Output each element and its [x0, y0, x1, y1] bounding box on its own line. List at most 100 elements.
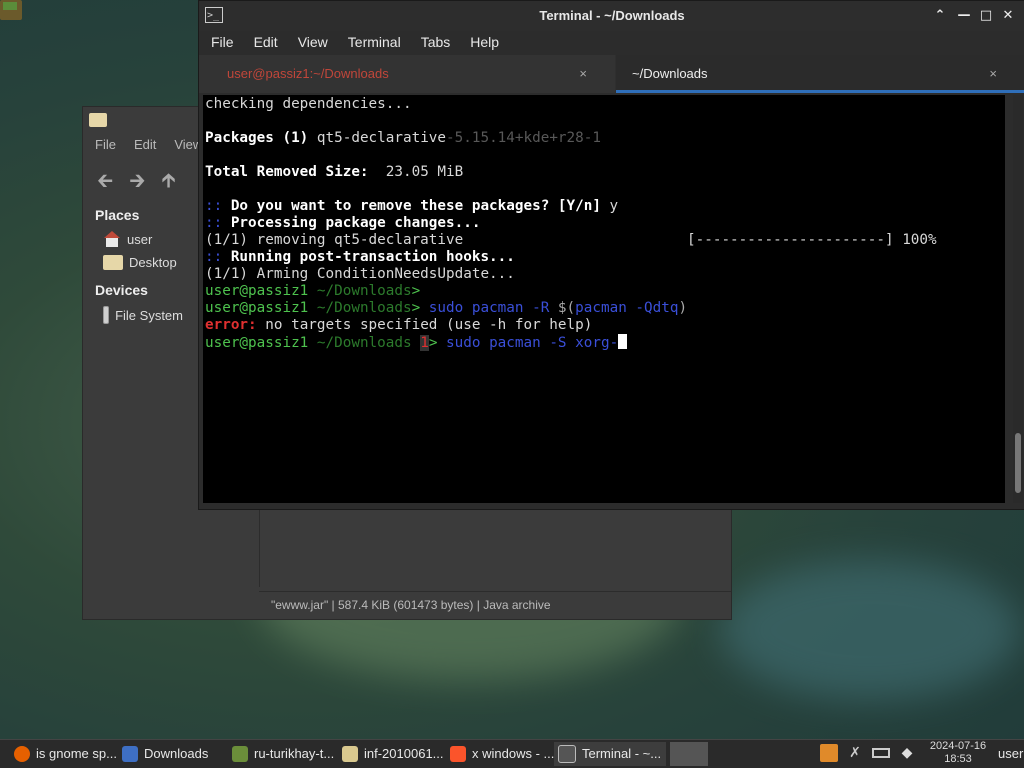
folder-icon	[342, 746, 358, 762]
clock-time: 18:53	[944, 753, 972, 765]
command-text: -Qdtq	[626, 300, 679, 316]
close-icon[interactable]: ×	[989, 55, 997, 93]
menu-file[interactable]: File	[211, 31, 234, 53]
brave-icon	[450, 746, 466, 762]
fm-menu-file[interactable]: File	[95, 137, 116, 157]
sidebar-item-label: user	[127, 231, 153, 247]
prompt-dir: ~/Downloads	[308, 283, 412, 299]
file-list-area[interactable]	[259, 507, 730, 587]
terminal-titlebar[interactable]: >_ Terminal - ~/Downloads ⌃ — □ ✕	[199, 1, 1024, 31]
drive-icon	[103, 306, 110, 324]
tab-label: ~/Downloads	[632, 66, 708, 81]
output-text: (1/1) Arming ConditionNeedsUpdate...	[205, 266, 515, 282]
file-manager-sidebar: Places user Desktop Devices File System	[83, 203, 203, 328]
taskbar: is gnome sp... Downloads ru-turikhay-t..…	[0, 739, 1024, 768]
output-text: 23.05 MiB	[368, 164, 464, 180]
terminal-window: >_ Terminal - ~/Downloads ⌃ — □ ✕ File E…	[198, 0, 1024, 510]
sidebar-item-filesystem[interactable]: File System	[83, 302, 203, 328]
taskbar-item-folder[interactable]: inf-2010061...	[338, 742, 448, 766]
prompt-dir: ~/Downloads	[308, 300, 412, 316]
menu-view[interactable]: View	[298, 31, 328, 53]
update-icon[interactable]	[820, 744, 838, 762]
command-text: pacman -R	[463, 300, 550, 316]
output-text: (1/1) removing qt5-declarative [--------…	[205, 232, 937, 248]
tab-downloads[interactable]: ~/Downloads ×	[616, 55, 1024, 93]
output-text: Processing package changes...	[222, 215, 481, 231]
error-label: error:	[205, 317, 257, 333]
output-text: y	[600, 198, 619, 214]
output-line: (1/1) Arming ConditionNeedsUpdate...	[205, 266, 515, 283]
taskbar-item-java[interactable]: ru-turikhay-t...	[228, 742, 338, 766]
terminal-icon	[558, 745, 576, 763]
back-arrow-icon[interactable]: 🡰	[97, 170, 113, 190]
devices-header: Devices	[95, 282, 148, 298]
output-line: Total Removed Size: 23.05 MiB	[205, 164, 463, 181]
forward-arrow-icon[interactable]: 🡲	[129, 170, 145, 190]
file-manager-menubar: File Edit View	[83, 137, 202, 157]
fm-menu-edit[interactable]: Edit	[134, 137, 156, 157]
prompt-marker: ::	[205, 198, 223, 214]
output-text: no targets specified (use -h for help)	[256, 317, 593, 333]
command-text: sudo	[437, 335, 481, 351]
home-icon	[103, 231, 121, 247]
sidebar-item-user[interactable]: user	[83, 227, 203, 251]
clock-date: 2024-07-16	[929, 740, 987, 752]
java-icon	[232, 746, 248, 762]
workspace-switcher[interactable]	[670, 742, 708, 766]
scrollbar[interactable]	[1013, 95, 1023, 503]
taskbar-item-downloads[interactable]: Downloads	[118, 742, 228, 766]
bell-icon[interactable]: ◆	[898, 744, 916, 762]
taskbar-item-label: x windows - ...	[472, 746, 555, 761]
prompt-line: user@passiz1 ~/Downloads>	[205, 283, 420, 300]
menu-tabs[interactable]: Tabs	[421, 31, 451, 53]
prompt-marker: ::	[205, 249, 223, 265]
output-line: error: no targets specified (use -h for …	[205, 317, 592, 334]
output-line: checking dependencies...	[205, 96, 412, 113]
menu-edit[interactable]: Edit	[254, 31, 278, 53]
scrollbar-thumb[interactable]	[1015, 433, 1021, 493]
minimize-icon[interactable]: —	[955, 7, 973, 25]
close-icon[interactable]: ×	[579, 55, 587, 93]
desktop-wallpaper-shade	[720, 560, 1020, 700]
taskbar-item-label: is gnome sp...	[36, 746, 117, 761]
terminal-menubar: File Edit View Terminal Tabs Help	[199, 31, 499, 53]
package-name: qt5-declarative	[316, 130, 447, 146]
clock[interactable]: 2024-07-16 18:53	[928, 740, 988, 766]
menu-terminal[interactable]: Terminal	[348, 31, 401, 53]
prompt-line: user@passiz1 ~/Downloads 1> sudo pacman …	[205, 334, 628, 352]
output-text: Packages (1)	[205, 130, 317, 146]
taskbar-item-firefox[interactable]: is gnome sp...	[10, 742, 118, 766]
chevron-up-icon[interactable]: ⌃	[931, 7, 949, 25]
maximize-icon[interactable]: □	[977, 7, 995, 25]
text-cursor	[618, 334, 628, 349]
folder-icon	[89, 113, 107, 127]
network-off-icon[interactable]: ✗	[846, 744, 864, 762]
sidebar-item-desktop[interactable]: Desktop	[83, 251, 203, 274]
taskbar-item-label: Terminal - ~...	[582, 746, 662, 761]
terminal-output[interactable]: checking dependencies... Packages (1) qt…	[203, 95, 1005, 503]
prompt-user: user@passiz1	[205, 335, 309, 351]
close-icon[interactable]: ✕	[999, 7, 1017, 25]
up-arrow-icon[interactable]: 🡱	[161, 170, 175, 190]
battery-icon[interactable]	[872, 748, 890, 758]
folder-icon	[103, 255, 123, 270]
prompt-user: user@passiz1	[205, 283, 309, 299]
command-text: $(	[549, 300, 576, 316]
prompt-end: >	[411, 300, 421, 316]
taskbar-item-terminal[interactable]: Terminal - ~...	[554, 742, 666, 766]
output-text: checking dependencies...	[205, 96, 412, 112]
taskbar-item-brave[interactable]: x windows - ...	[446, 742, 556, 766]
taskbar-item-label: Downloads	[144, 746, 209, 761]
output-line: (1/1) removing qt5-declarative [--------…	[205, 232, 937, 249]
command-text: sudo	[420, 300, 464, 316]
user-name: user	[998, 746, 1024, 761]
file-manager-toolbar: 🡰 🡲 🡱	[83, 165, 176, 195]
user-menu[interactable]: user	[994, 742, 1024, 766]
taskbar-item-label: inf-2010061...	[364, 746, 444, 761]
menu-help[interactable]: Help	[470, 31, 499, 53]
minecraft-icon[interactable]	[0, 0, 22, 20]
places-header: Places	[95, 207, 140, 223]
package-version: -5.15.14+kde+r28-1	[446, 130, 601, 146]
prompt-marker: ::	[205, 215, 223, 231]
tab-user-downloads[interactable]: user@passiz1:~/Downloads ×	[199, 55, 615, 93]
